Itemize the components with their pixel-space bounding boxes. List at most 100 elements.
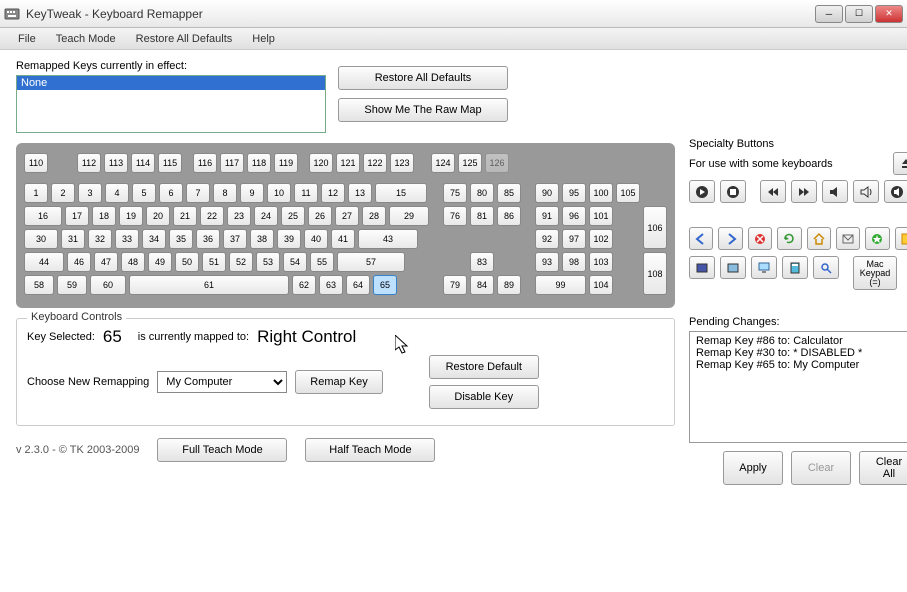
key-76[interactable]: 76 — [443, 206, 467, 226]
key-113[interactable]: 113 — [104, 153, 128, 173]
key-53[interactable]: 53 — [256, 252, 280, 272]
key-115[interactable]: 115 — [158, 153, 182, 173]
key-105[interactable]: 105 — [616, 183, 640, 203]
key-33[interactable]: 33 — [115, 229, 139, 249]
key-21[interactable]: 21 — [173, 206, 197, 226]
key-106[interactable]: 106 — [643, 206, 667, 249]
key-101[interactable]: 101 — [589, 206, 613, 226]
next-track-button[interactable] — [791, 180, 817, 203]
key-64[interactable]: 64 — [346, 275, 370, 295]
key-26[interactable]: 26 — [308, 206, 332, 226]
search-web-button[interactable] — [895, 227, 907, 250]
restore-default-button[interactable]: Restore Default — [429, 355, 539, 379]
back-button[interactable] — [689, 227, 713, 250]
pending-item[interactable]: Remap Key #65 to: My Computer — [696, 359, 907, 371]
key-95[interactable]: 95 — [562, 183, 586, 203]
menu-help[interactable]: Help — [242, 30, 285, 48]
apply-button[interactable]: Apply — [723, 451, 783, 485]
show-raw-button[interactable]: Show Me The Raw Map — [338, 98, 508, 122]
sleep-button[interactable] — [689, 256, 715, 279]
clear-button[interactable]: Clear — [791, 451, 851, 485]
key-55[interactable]: 55 — [310, 252, 334, 272]
disable-key-button[interactable]: Disable Key — [429, 385, 539, 409]
key-6[interactable]: 6 — [159, 183, 183, 203]
key-44[interactable]: 44 — [24, 252, 64, 272]
key-37[interactable]: 37 — [223, 229, 247, 249]
key-8[interactable]: 8 — [213, 183, 237, 203]
key-58[interactable]: 58 — [24, 275, 54, 295]
key-15[interactable]: 15 — [375, 183, 427, 203]
home-button[interactable] — [807, 227, 831, 250]
favorites-button[interactable] — [865, 227, 889, 250]
key-93[interactable]: 93 — [535, 252, 559, 272]
key-48[interactable]: 48 — [121, 252, 145, 272]
key-47[interactable]: 47 — [94, 252, 118, 272]
key-3[interactable]: 3 — [78, 183, 102, 203]
key-118[interactable]: 118 — [247, 153, 271, 173]
key-52[interactable]: 52 — [229, 252, 253, 272]
key-7[interactable]: 7 — [186, 183, 210, 203]
half-teach-button[interactable]: Half Teach Mode — [305, 438, 435, 462]
key-121[interactable]: 121 — [336, 153, 360, 173]
key-10[interactable]: 10 — [267, 183, 291, 203]
key-36[interactable]: 36 — [196, 229, 220, 249]
remapped-list[interactable]: None — [16, 75, 326, 133]
key-122[interactable]: 122 — [363, 153, 387, 173]
key-81[interactable]: 81 — [470, 206, 494, 226]
prev-track-button[interactable] — [760, 180, 786, 203]
key-25[interactable]: 25 — [281, 206, 305, 226]
pending-item[interactable]: Remap Key #30 to: * DISABLED * — [696, 347, 907, 359]
key-83[interactable]: 83 — [470, 252, 494, 272]
clear-all-button[interactable]: Clear All — [859, 451, 907, 485]
key-20[interactable]: 20 — [146, 206, 170, 226]
key-17[interactable]: 17 — [65, 206, 89, 226]
key-18[interactable]: 18 — [92, 206, 116, 226]
my-computer-button[interactable] — [751, 256, 777, 279]
key-97[interactable]: 97 — [562, 229, 586, 249]
key-13[interactable]: 13 — [348, 183, 372, 203]
wake-button[interactable] — [720, 256, 746, 279]
key-24[interactable]: 24 — [254, 206, 278, 226]
refresh-button[interactable] — [777, 227, 801, 250]
menu-file[interactable]: File — [8, 30, 46, 48]
mac-keypad-button[interactable]: Mac Keypad (=) — [853, 256, 897, 290]
key-98[interactable]: 98 — [562, 252, 586, 272]
key-91[interactable]: 91 — [535, 206, 559, 226]
key-79[interactable]: 79 — [443, 275, 467, 295]
restore-all-button[interactable]: Restore All Defaults — [338, 66, 508, 90]
key-38[interactable]: 38 — [250, 229, 274, 249]
key-2[interactable]: 2 — [51, 183, 75, 203]
key-62[interactable]: 62 — [292, 275, 316, 295]
key-59[interactable]: 59 — [57, 275, 87, 295]
key-28[interactable]: 28 — [362, 206, 386, 226]
key-39[interactable]: 39 — [277, 229, 301, 249]
key-120[interactable]: 120 — [309, 153, 333, 173]
remap-key-button[interactable]: Remap Key — [295, 370, 382, 394]
eject-button[interactable] — [893, 152, 907, 175]
search-button[interactable] — [813, 256, 839, 279]
full-teach-button[interactable]: Full Teach Mode — [157, 438, 287, 462]
key-90[interactable]: 90 — [535, 183, 559, 203]
key-65[interactable]: 65 — [373, 275, 397, 295]
menu-restore-all-defaults[interactable]: Restore All Defaults — [126, 30, 243, 48]
key-125[interactable]: 125 — [458, 153, 482, 173]
key-54[interactable]: 54 — [283, 252, 307, 272]
key-19[interactable]: 19 — [119, 206, 143, 226]
key-27[interactable]: 27 — [335, 206, 359, 226]
key-41[interactable]: 41 — [331, 229, 355, 249]
key-50[interactable]: 50 — [175, 252, 199, 272]
key-51[interactable]: 51 — [202, 252, 226, 272]
key-49[interactable]: 49 — [148, 252, 172, 272]
key-16[interactable]: 16 — [24, 206, 62, 226]
key-4[interactable]: 4 — [105, 183, 129, 203]
key-112[interactable]: 112 — [77, 153, 101, 173]
key-57[interactable]: 57 — [337, 252, 405, 272]
menu-teach-mode[interactable]: Teach Mode — [46, 30, 126, 48]
remap-select[interactable]: My Computer — [157, 371, 287, 393]
key-23[interactable]: 23 — [227, 206, 251, 226]
close-button[interactable]: ✕ — [875, 5, 903, 23]
pending-item[interactable]: Remap Key #86 to: Calculator — [696, 335, 907, 347]
key-116[interactable]: 116 — [193, 153, 217, 173]
key-103[interactable]: 103 — [589, 252, 613, 272]
key-104[interactable]: 104 — [589, 275, 613, 295]
